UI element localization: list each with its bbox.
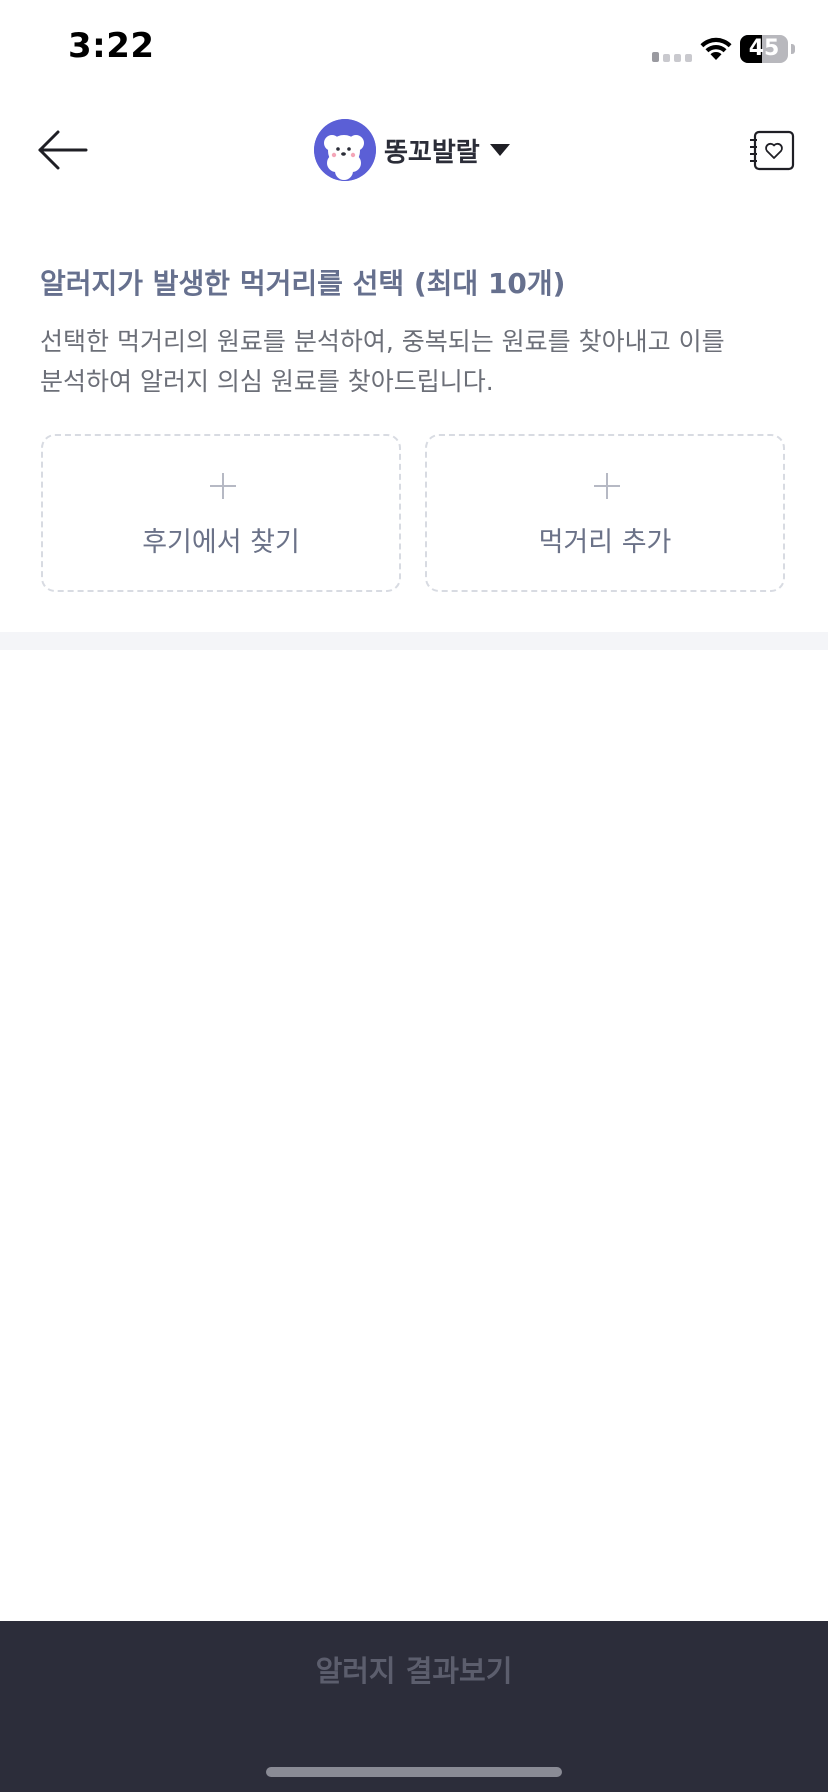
add-food-label: 먹거리 추가 — [538, 527, 672, 558]
find-from-reviews-card[interactable]: 후기에서 찾기 — [41, 434, 401, 592]
profile-name: 똥꼬발랄 — [384, 137, 480, 168]
arrow-left-icon — [38, 130, 88, 170]
plus-icon — [210, 473, 236, 499]
home-indicator[interactable] — [266, 1767, 562, 1777]
caret-down-icon — [489, 144, 510, 156]
heart-notebook-icon — [750, 130, 795, 171]
battery-icon: 45 — [740, 35, 796, 63]
section-divider — [0, 632, 828, 650]
back-button[interactable] — [36, 122, 92, 178]
status-bar: 3:22 45 — [0, 0, 828, 100]
signal-icon — [652, 52, 692, 62]
section-description: 선택한 먹거리의 원료를 분석하여, 중복되는 원료를 찾아내고 이를 분석하여… — [40, 327, 725, 396]
plus-icon — [594, 473, 620, 499]
allergy-result-button[interactable]: 알러지 결과보기 — [0, 1621, 828, 1721]
header: 똥꼬발랄 — [0, 100, 828, 200]
bottom-bar: 알러지 결과보기 — [0, 1621, 828, 1792]
section-title: 알러지가 발생한 먹거리를 선택 (최대 10개) — [40, 267, 566, 300]
wifi-icon — [700, 37, 732, 60]
battery-level: 45 — [748, 36, 780, 61]
puppy-avatar — [314, 119, 376, 181]
add-food-card[interactable]: 먹거리 추가 — [425, 434, 785, 592]
find-from-reviews-label: 후기에서 찾기 — [142, 527, 300, 558]
status-time: 3:22 — [68, 26, 155, 66]
favorites-button[interactable] — [748, 130, 796, 172]
profile-selector[interactable]: 똥꼬발랄 — [314, 118, 510, 182]
